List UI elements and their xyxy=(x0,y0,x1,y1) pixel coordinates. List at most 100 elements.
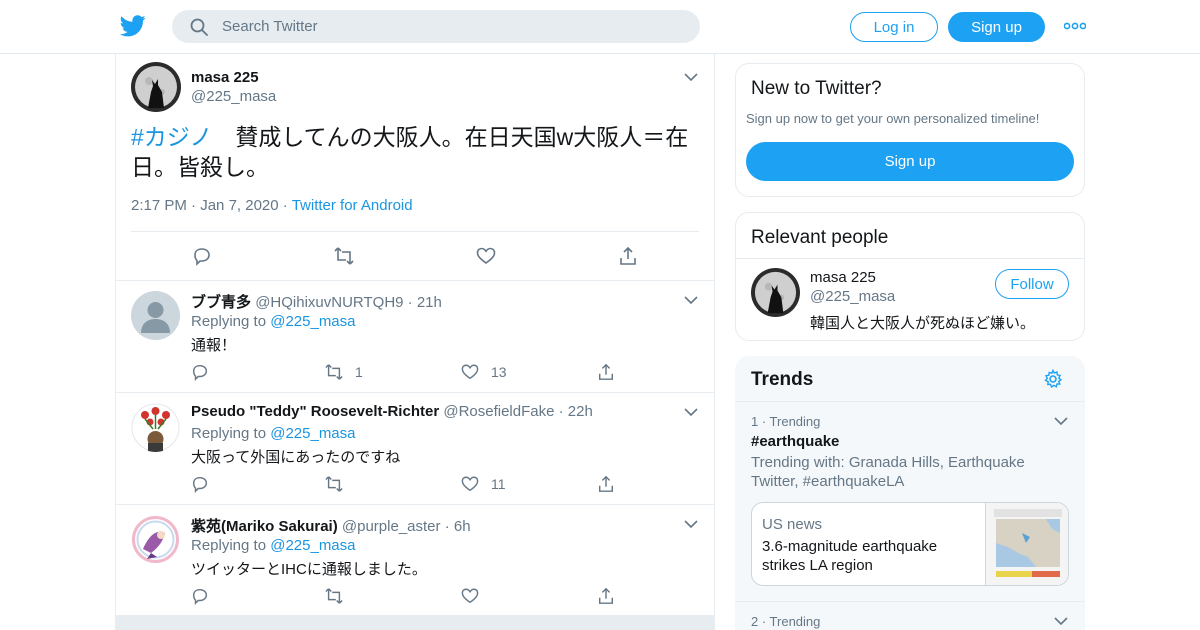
replying-to-link[interactable]: @225_masa xyxy=(270,313,355,330)
divider xyxy=(131,231,699,232)
chevron-down-icon[interactable] xyxy=(1054,416,1068,426)
main-tweet: masa 225 @225_masa #カジノ 賛成してんの大阪人。在日天国w大… xyxy=(116,54,714,281)
card-title: Relevant people xyxy=(751,227,889,248)
divider xyxy=(735,401,1085,402)
like-button[interactable] xyxy=(476,246,496,266)
share-button[interactable] xyxy=(597,586,615,606)
retweet-icon xyxy=(325,364,343,380)
author-handle[interactable]: @purple_aster xyxy=(342,518,441,535)
twitter-bird-logo-icon[interactable] xyxy=(120,14,146,38)
like-button[interactable]: 13 xyxy=(461,362,507,382)
hashtag-link[interactable]: #カジノ xyxy=(131,124,212,150)
share-button[interactable] xyxy=(618,246,638,266)
trend-context: Trending with: Granada Hills, Earthquake… xyxy=(751,454,1025,490)
avatar[interactable] xyxy=(131,291,180,340)
reply-text: 大阪って外国にあったのですね xyxy=(191,449,401,466)
tweet-meta: 2:17 PM · Jan 7, 2020 · Twitter for Andr… xyxy=(131,197,413,214)
tweet-date[interactable]: Jan 7, 2020 xyxy=(200,197,278,214)
reply-button[interactable] xyxy=(191,586,209,606)
retweet-icon xyxy=(334,247,354,265)
retweet-button[interactable] xyxy=(325,474,343,494)
meta-separator: · xyxy=(444,518,454,535)
reply-tweet[interactable]: Pseudo "Teddy" Roosevelt-Richter @Rosefi… xyxy=(116,393,714,505)
more-options-icon[interactable] xyxy=(1064,20,1086,32)
tweet-time[interactable]: 2:17 PM xyxy=(131,197,187,214)
trend-news-card[interactable]: US news 3.6-magnitude earthquake strikes… xyxy=(751,502,1069,586)
card-title: Trends xyxy=(751,369,814,390)
author-name[interactable]: Pseudo "Teddy" Roosevelt-Richter xyxy=(191,403,439,420)
retweet-button[interactable] xyxy=(325,586,343,606)
meta-separator: · xyxy=(407,294,417,311)
person-name[interactable]: masa 225 xyxy=(810,269,876,286)
chevron-down-icon[interactable] xyxy=(684,407,698,417)
replying-to-link[interactable]: @225_masa xyxy=(270,537,355,554)
new-to-twitter-card: New to Twitter? Sign up now to get your … xyxy=(735,63,1085,197)
author-name[interactable]: masa 225 xyxy=(191,69,259,86)
wolf-moon-avatar-icon xyxy=(131,62,181,112)
tweet-age[interactable]: 6h xyxy=(454,518,471,535)
reply-icon xyxy=(192,588,208,605)
tweet-age[interactable]: 21h xyxy=(417,294,442,311)
reply-text: 通報！ xyxy=(191,337,237,354)
relevant-people-card: Relevant people masa 225 @225_masa 韓国人と大… xyxy=(735,212,1085,341)
heart-icon xyxy=(476,247,496,264)
reply-button[interactable] xyxy=(191,362,209,382)
share-button[interactable] xyxy=(597,362,615,382)
author-handle[interactable]: @RosefieldFake xyxy=(443,403,554,420)
like-button[interactable] xyxy=(461,586,479,606)
author-name[interactable]: ブブ青多 xyxy=(191,294,251,311)
avatar[interactable] xyxy=(131,403,180,452)
reply-tweet[interactable]: ブブ青多 @HQihixuvNURTQH9 · 21h Replying to … xyxy=(116,281,714,393)
reply-header: ブブ青多 @HQihixuvNURTQH9 · 21h xyxy=(191,291,442,312)
chevron-down-icon[interactable] xyxy=(684,295,698,305)
avatar[interactable] xyxy=(751,268,800,317)
share-icon xyxy=(598,475,614,492)
share-button[interactable] xyxy=(597,474,615,494)
trend-meta: 1 · Trending xyxy=(751,414,821,429)
retweet-button[interactable]: 1 xyxy=(325,362,363,382)
signup-button[interactable]: Sign up xyxy=(948,12,1045,42)
gear-icon[interactable] xyxy=(1043,369,1063,389)
search-input[interactable] xyxy=(222,18,682,35)
chevron-down-icon[interactable] xyxy=(1054,616,1068,626)
meta-separator: · xyxy=(282,197,292,214)
share-icon xyxy=(620,246,636,265)
like-count: 11 xyxy=(491,476,506,492)
avatar[interactable] xyxy=(131,515,180,564)
card-subtitle: Sign up now to get your own personalized… xyxy=(746,111,1040,126)
like-button[interactable]: 11 xyxy=(461,474,506,494)
reply-text: ツイッターとIHCに通報しました。 xyxy=(191,561,427,578)
reply-button[interactable] xyxy=(192,246,212,266)
trend-meta: 2 · Trending xyxy=(751,614,821,629)
trend-name[interactable]: #earthquake xyxy=(751,433,839,450)
chevron-down-icon[interactable] xyxy=(684,72,698,82)
retweet-icon xyxy=(325,476,343,492)
person-handle[interactable]: @225_masa xyxy=(810,288,895,305)
tweet-body: 賛成してんの大阪人。在日天国w大阪人＝在日。皆殺し。 xyxy=(131,124,689,180)
login-button[interactable]: Log in xyxy=(850,12,938,42)
reply-tweet[interactable]: 紫苑(Mariko Sakurai) @purple_aster · 6h Re… xyxy=(116,505,714,617)
reply-button[interactable] xyxy=(191,474,209,494)
author-handle[interactable]: @225_masa xyxy=(191,88,276,105)
tweet-source-link[interactable]: Twitter for Android xyxy=(292,197,413,214)
tweet-column: masa 225 @225_masa #カジノ 賛成してんの大阪人。在日天国w大… xyxy=(115,54,715,630)
author-name[interactable]: 紫苑(Mariko Sakurai) xyxy=(191,518,338,535)
chevron-down-icon[interactable] xyxy=(684,519,698,529)
follow-button[interactable]: Follow xyxy=(995,269,1069,299)
replying-to: Replying to @225_masa xyxy=(191,425,356,442)
replying-to: Replying to @225_masa xyxy=(191,313,356,330)
heart-icon xyxy=(461,588,479,604)
sidebar-signup-button[interactable]: Sign up xyxy=(746,142,1074,181)
divider xyxy=(735,601,1085,602)
avatar[interactable] xyxy=(131,62,181,112)
search-bar[interactable] xyxy=(172,10,700,43)
reply-icon xyxy=(192,476,208,493)
news-headline: 3.6-magnitude earthquake strikes LA regi… xyxy=(762,538,938,574)
author-handle[interactable]: @HQihixuvNURTQH9 xyxy=(255,294,403,311)
retweet-button[interactable] xyxy=(334,246,354,266)
tweet-age[interactable]: 22h xyxy=(568,403,593,420)
person-bio: 韓国人と大阪人が死ぬほど嫌い。 xyxy=(810,315,1036,332)
news-thumbnail xyxy=(985,503,1068,585)
heart-icon xyxy=(461,364,479,380)
replying-to-link[interactable]: @225_masa xyxy=(270,425,355,442)
